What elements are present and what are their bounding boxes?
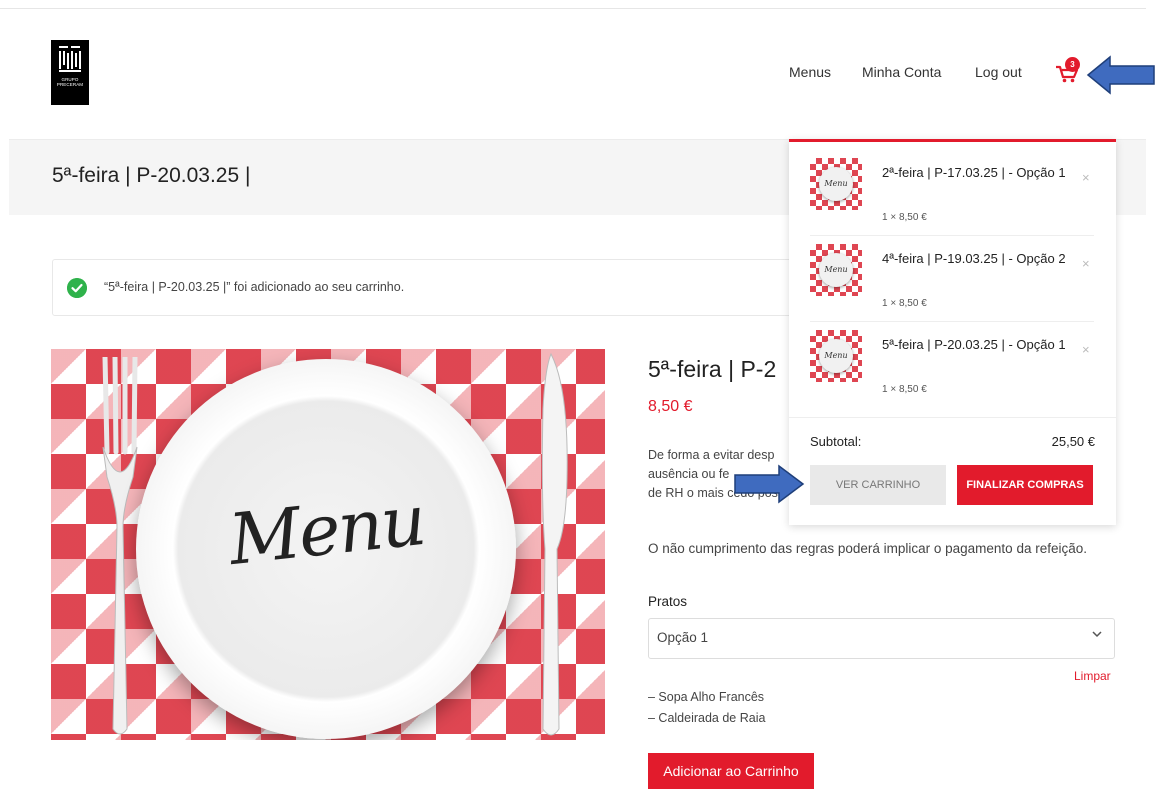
site-logo[interactable]: GRUPO PRECERAM (51, 40, 89, 105)
nav-minha-conta[interactable]: Minha Conta (862, 64, 941, 80)
mini-cart-item-name[interactable]: 5ª-feira | P-20.03.25 | - Opção 1 (882, 336, 1072, 353)
pratos-select-value[interactable]: Opção 1 (657, 630, 708, 645)
logo-text-line2: PRECERAM (56, 82, 84, 87)
nav-log-out[interactable]: Log out (975, 64, 1022, 80)
product-image[interactable]: Menu (51, 349, 605, 740)
logo-mark (57, 44, 83, 74)
product-price: 8,50 € (648, 398, 693, 415)
mini-cart-item: Menu 5ª-feira | P-20.03.25 | - Opção 1 1… (810, 322, 1094, 408)
product-title: 5ª-feira | P-2 (648, 356, 777, 382)
thumbnail-text: Menu (819, 253, 853, 287)
mini-cart-thumbnail[interactable]: Menu (810, 244, 862, 296)
thumbnail-text: Menu (819, 339, 853, 373)
mini-cart-thumbnail[interactable]: Menu (810, 330, 862, 382)
subtotal-label: Subtotal: (810, 434, 862, 449)
thumbnail-text: Menu (819, 167, 853, 201)
mini-cart-item-qty: 1 × 8,50 € (882, 212, 927, 223)
mini-cart-thumbnail[interactable]: Menu (810, 158, 862, 210)
clear-selection-link[interactable]: Limpar (1074, 669, 1111, 683)
annotation-arrow-icon (734, 464, 805, 504)
checkout-button[interactable]: FINALIZAR COMPRAS (957, 465, 1093, 505)
remove-item-icon[interactable]: × (1082, 170, 1090, 185)
subtotal-value: 25,50 € (1051, 434, 1095, 449)
check-icon (67, 278, 87, 298)
pratos-label: Pratos (648, 594, 688, 609)
remove-item-icon[interactable]: × (1082, 342, 1090, 357)
knife-icon (541, 352, 568, 736)
dish-item: – Sopa Alho Francês (648, 690, 765, 704)
cart-count-badge: 3 (1065, 57, 1080, 72)
chevron-down-icon[interactable] (1091, 628, 1103, 640)
dish-item: – Caldeirada de Raia (648, 711, 766, 725)
annotation-arrow-icon (1086, 55, 1155, 95)
nav-menus[interactable]: Menus (789, 64, 831, 80)
mini-cart-dropdown: Menu 2ª-feira | P-17.03.25 | - Opção 1 1… (789, 139, 1116, 525)
view-cart-button[interactable]: VER CARRINHO (810, 465, 946, 505)
rules-notice: O não cumprimento das regras poderá impl… (648, 541, 1087, 556)
top-divider (0, 8, 1146, 9)
mini-cart-divider (789, 417, 1116, 418)
mini-cart-item: Menu 2ª-feira | P-17.03.25 | - Opção 1 1… (810, 150, 1094, 236)
mini-cart-item: Menu 4ª-feira | P-19.03.25 | - Opção 2 1… (810, 236, 1094, 322)
remove-item-icon[interactable]: × (1082, 256, 1090, 271)
mini-cart-item-name[interactable]: 4ª-feira | P-19.03.25 | - Opção 2 (882, 250, 1072, 267)
notice-text: “5ª-feira | P-20.03.25 |” foi adicionado… (104, 280, 405, 294)
pratos-select[interactable] (648, 618, 1115, 659)
mini-cart-item-qty: 1 × 8,50 € (882, 384, 927, 395)
mini-cart-item-name[interactable]: 2ª-feira | P-17.03.25 | - Opção 1 (882, 164, 1072, 181)
mini-cart-item-qty: 1 × 8,50 € (882, 298, 927, 309)
add-to-cart-button[interactable]: Adicionar ao Carrinho (648, 753, 814, 789)
page-title: 5ª-feira | P-20.03.25 | (52, 164, 251, 187)
